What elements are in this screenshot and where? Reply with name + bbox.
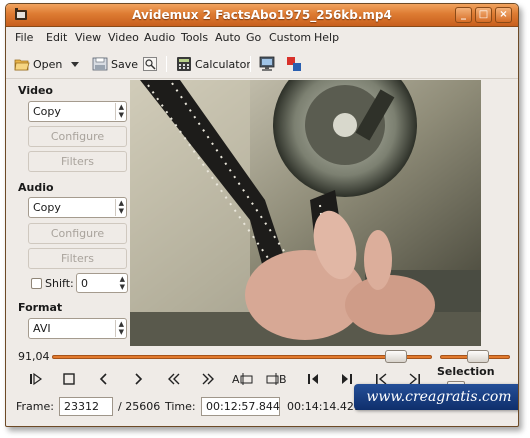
stop-icon — [63, 373, 75, 385]
output-button[interactable] — [286, 54, 305, 74]
set-marker-b-button[interactable]: B — [266, 372, 288, 388]
marker-b-icon: B — [266, 373, 287, 386]
spin-arrows-icon: ▲ ▼ — [115, 103, 124, 120]
save-label: Save — [111, 57, 139, 71]
video-section-label: Video — [18, 84, 53, 97]
volume-slider-thumb[interactable] — [467, 350, 489, 363]
go-start-icon — [308, 374, 318, 384]
video-configure-button[interactable]: Configure — [28, 126, 127, 147]
set-marker-a-button[interactable]: A — [232, 372, 254, 388]
svg-text:A: A — [232, 373, 240, 386]
time-label: Time: — [165, 400, 196, 413]
previous-keyframe-button[interactable] — [166, 372, 182, 388]
properties-button[interactable] — [142, 54, 161, 74]
window-title: Avidemux 2 FactsAbo1975_256kb.mp4 — [132, 8, 392, 22]
calculator-icon — [177, 57, 191, 71]
next-keyframe-button[interactable] — [200, 372, 216, 388]
play-button[interactable] — [28, 372, 44, 388]
shift-value: 0 — [81, 277, 88, 290]
calculator-label: Calculator — [195, 57, 251, 71]
video-frame-image — [130, 80, 481, 346]
menu-tools[interactable]: Tools — [181, 31, 208, 44]
watermark-banner: www.creagratis.com — [354, 384, 518, 410]
audio-filters-button[interactable]: Filters — [28, 248, 127, 269]
frame-input[interactable]: 23312 — [59, 397, 113, 416]
stop-button[interactable] — [61, 372, 77, 388]
video-codec-value: Copy — [33, 105, 61, 118]
double-chevron-right-icon — [202, 373, 214, 385]
chevron-down-icon — [71, 62, 79, 67]
color-swap-icon — [287, 57, 301, 71]
next-frame-button[interactable] — [130, 372, 146, 388]
folder-open-icon — [14, 59, 30, 71]
time-input[interactable]: 00:12:57.844 — [201, 397, 280, 416]
go-end-icon — [342, 374, 352, 384]
minimize-button[interactable]: _ — [455, 7, 472, 23]
menu-bar: File Edit View Video Audio Tools Auto Go… — [6, 27, 518, 49]
menu-auto[interactable]: Auto — [215, 31, 241, 44]
chevron-right-icon — [135, 373, 143, 385]
title-bar: Avidemux 2 FactsAbo1975_256kb.mp4 _ □ × — [6, 4, 518, 27]
save-button[interactable]: Save — [92, 54, 138, 74]
avidemux-app-icon[interactable] — [14, 8, 28, 22]
open-label: Open — [33, 57, 63, 71]
app-window: Avidemux 2 FactsAbo1975_256kb.mp4 _ □ × … — [5, 3, 519, 427]
format-select[interactable]: AVI ▲ ▼ — [28, 318, 127, 339]
previous-frame-button[interactable] — [96, 372, 112, 388]
shift-label: Shift: — [45, 277, 74, 290]
main-toolbar: Open Save Calculator — [6, 49, 518, 79]
toolbar-separator — [166, 56, 167, 72]
audio-section-label: Audio — [18, 181, 54, 194]
video-codec-select[interactable]: Copy ▲ ▼ — [28, 101, 127, 122]
frame-label: Frame: — [16, 400, 54, 413]
format-value: AVI — [33, 322, 51, 335]
timeline-slider-thumb[interactable] — [384, 350, 407, 363]
selection-label: Selection — [437, 365, 495, 378]
open-dropdown-arrow[interactable] — [70, 54, 80, 74]
preview-button[interactable] — [259, 54, 278, 74]
total-duration: 00:14:14.421 — [287, 400, 361, 413]
go-marker-b-button[interactable] — [339, 372, 355, 388]
close-button[interactable]: × — [495, 7, 512, 23]
chevron-left-icon — [99, 373, 107, 385]
timeline-slider-track[interactable] — [52, 355, 432, 359]
position-percent-label: 91,04 — [18, 350, 50, 363]
shift-checkbox[interactable] — [31, 278, 42, 289]
menu-audio[interactable]: Audio — [144, 31, 175, 44]
monitor-icon — [259, 56, 275, 71]
svg-text:B: B — [279, 373, 287, 386]
timeline-row: 91,04 — [6, 348, 518, 366]
double-chevron-left-icon — [168, 373, 180, 385]
audio-configure-button[interactable]: Configure — [28, 223, 127, 244]
spin-arrows-icon: ▲ ▼ — [115, 320, 124, 337]
audio-codec-select[interactable]: Copy ▲ ▼ — [28, 197, 127, 218]
spin-arrows-icon: ▲ ▼ — [115, 199, 124, 216]
floppy-icon — [92, 57, 108, 71]
maximize-button[interactable]: □ — [475, 7, 492, 23]
menu-file[interactable]: File — [15, 31, 33, 44]
menu-go[interactable]: Go — [246, 31, 261, 44]
frame-total: / 25606 — [118, 400, 161, 413]
toolbar-separator — [250, 56, 251, 72]
shift-value-spinner[interactable]: 0 ▲ ▼ — [76, 273, 128, 293]
audio-codec-value: Copy — [33, 201, 61, 214]
menu-help[interactable]: Help — [314, 31, 339, 44]
format-section-label: Format — [18, 301, 63, 314]
menu-custom[interactable]: Custom — [269, 31, 311, 44]
properties-icon — [143, 57, 157, 71]
video-preview — [130, 80, 481, 346]
menu-video[interactable]: Video — [108, 31, 139, 44]
calculator-button[interactable]: Calculator — [176, 54, 251, 74]
menu-view[interactable]: View — [75, 31, 101, 44]
video-filters-button[interactable]: Filters — [28, 151, 127, 172]
go-marker-a-button[interactable] — [305, 372, 321, 388]
open-button[interactable]: Open — [14, 54, 62, 74]
spin-arrows-icon: ▲ ▼ — [119, 275, 125, 291]
marker-a-icon: A — [232, 373, 253, 386]
menu-edit[interactable]: Edit — [46, 31, 67, 44]
play-icon — [30, 372, 43, 386]
